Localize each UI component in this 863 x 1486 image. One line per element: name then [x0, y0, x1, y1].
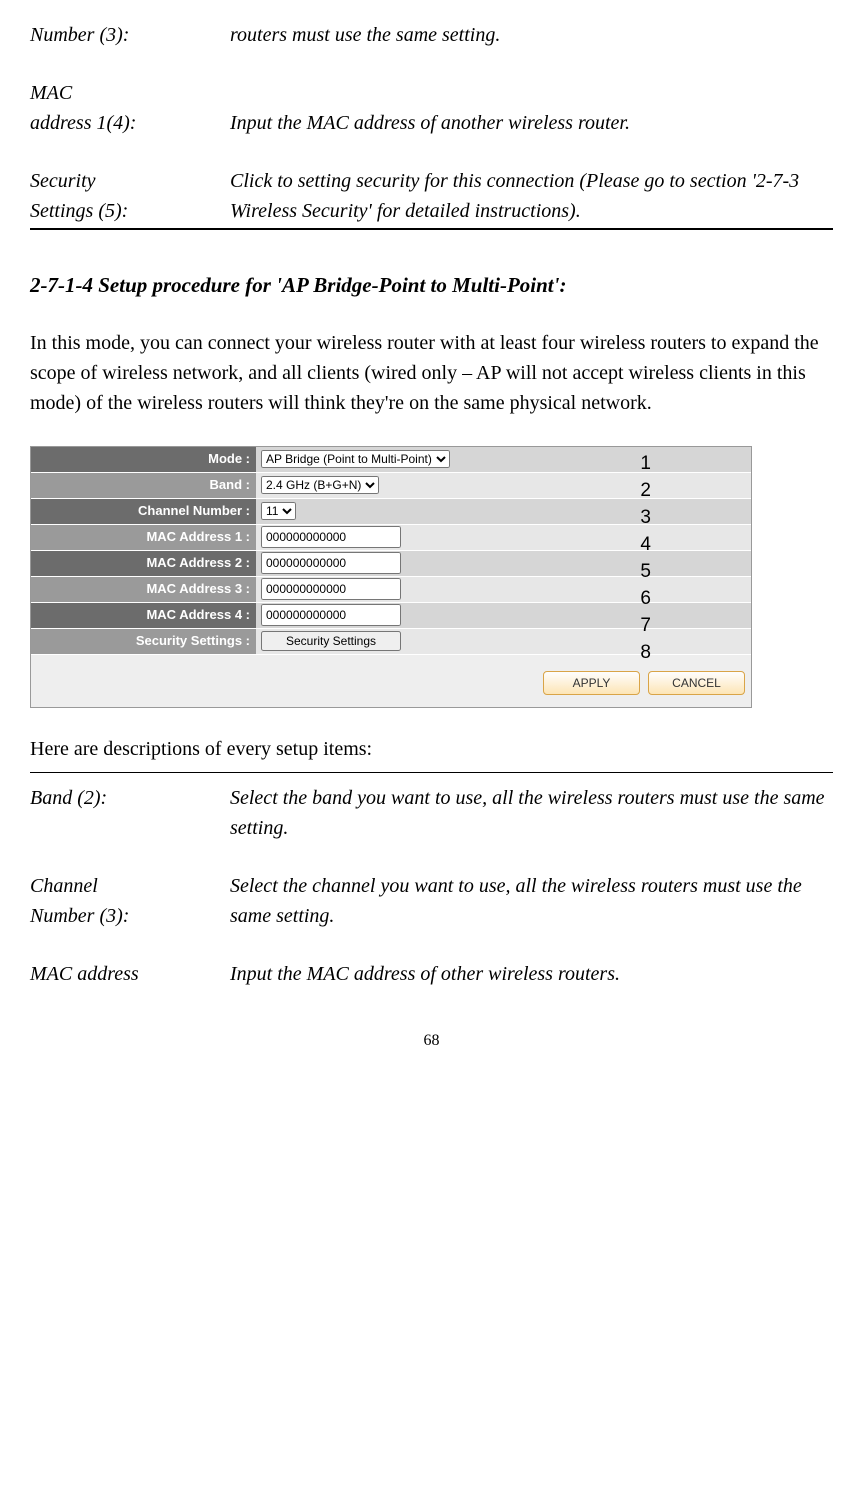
mac2-label: MAC Address 2 :: [31, 551, 256, 577]
channel-field: 11 3: [256, 499, 751, 525]
band-label: Band :: [31, 473, 256, 499]
mode-select[interactable]: AP Bridge (Point to Multi-Point): [261, 450, 450, 468]
def-label: MACaddress 1(4):: [30, 78, 230, 138]
mac4-label: MAC Address 4 :: [31, 603, 256, 629]
mode-label: Mode :: [31, 447, 256, 473]
callout-7: 7: [640, 612, 651, 641]
mac1-field: 4: [256, 525, 751, 551]
band-field: 2.4 GHz (B+G+N) 2: [256, 473, 751, 499]
callout-6: 6: [640, 585, 651, 614]
mac1-input[interactable]: [261, 526, 401, 548]
callout-5: 5: [640, 558, 651, 587]
security-label: Security Settings :: [31, 629, 256, 655]
def-label: SecuritySettings (5):: [30, 166, 230, 226]
divider: [30, 228, 833, 230]
def-desc: Input the MAC address of other wireless …: [230, 959, 833, 989]
definitions-top: Number (3): routers must use the same se…: [30, 20, 833, 226]
def-label: Number (3):: [30, 20, 230, 50]
mac4-field: 7: [256, 603, 751, 629]
body-paragraph: In this mode, you can connect your wirel…: [30, 328, 833, 418]
def-desc: Input the MAC address of another wireles…: [230, 78, 833, 138]
mode-field: AP Bridge (Point to Multi-Point) 1: [256, 447, 751, 473]
def-desc: routers must use the same setting.: [230, 20, 833, 50]
section-heading: 2-7-1-4 Setup procedure for 'AP Bridge-P…: [30, 270, 833, 302]
definitions-bottom: Band (2): Select the band you want to us…: [30, 783, 833, 989]
router-config-ui: Mode : AP Bridge (Point to Multi-Point) …: [30, 446, 752, 708]
mac3-field: 6: [256, 577, 751, 603]
security-settings-button[interactable]: Security Settings: [261, 631, 401, 651]
channel-label: Channel Number :: [31, 499, 256, 525]
def-desc: Select the channel you want to use, all …: [230, 871, 833, 931]
mac2-input[interactable]: [261, 552, 401, 574]
callout-3: 3: [640, 504, 651, 533]
page-number: 68: [30, 1029, 833, 1053]
cancel-button[interactable]: CANCEL: [648, 671, 745, 695]
mac2-field: 5: [256, 551, 751, 577]
def-label: ChannelNumber (3):: [30, 871, 230, 931]
descriptions-heading: Here are descriptions of every setup ite…: [30, 734, 833, 764]
mac3-input[interactable]: [261, 578, 401, 600]
callout-4: 4: [640, 531, 651, 560]
security-field: Security Settings 8: [256, 629, 751, 655]
channel-select[interactable]: 11: [261, 502, 296, 520]
mac1-label: MAC Address 1 :: [31, 525, 256, 551]
apply-button[interactable]: APPLY: [543, 671, 640, 695]
def-desc: Click to setting security for this conne…: [230, 166, 833, 226]
callout-2: 2: [640, 477, 651, 506]
def-desc: Select the band you want to use, all the…: [230, 783, 833, 843]
callout-8: 8: [640, 639, 651, 668]
mac4-input[interactable]: [261, 604, 401, 626]
callout-1: 1: [640, 450, 651, 479]
band-select[interactable]: 2.4 GHz (B+G+N): [261, 476, 379, 494]
mac3-label: MAC Address 3 :: [31, 577, 256, 603]
divider: [30, 772, 833, 773]
def-label: MAC address: [30, 959, 230, 989]
def-label: Band (2):: [30, 783, 230, 843]
